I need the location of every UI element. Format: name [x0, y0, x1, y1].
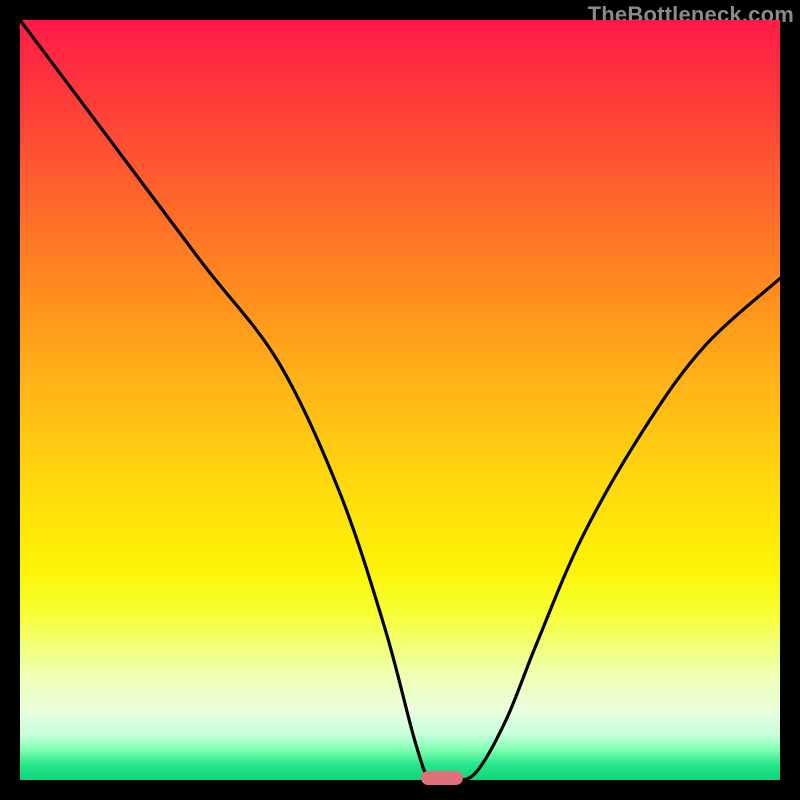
curve-svg	[20, 20, 780, 780]
chart-container: TheBottleneck.com	[0, 0, 800, 800]
bottleneck-curve	[20, 20, 780, 780]
plot-area	[20, 20, 780, 780]
optimal-marker	[421, 771, 463, 785]
